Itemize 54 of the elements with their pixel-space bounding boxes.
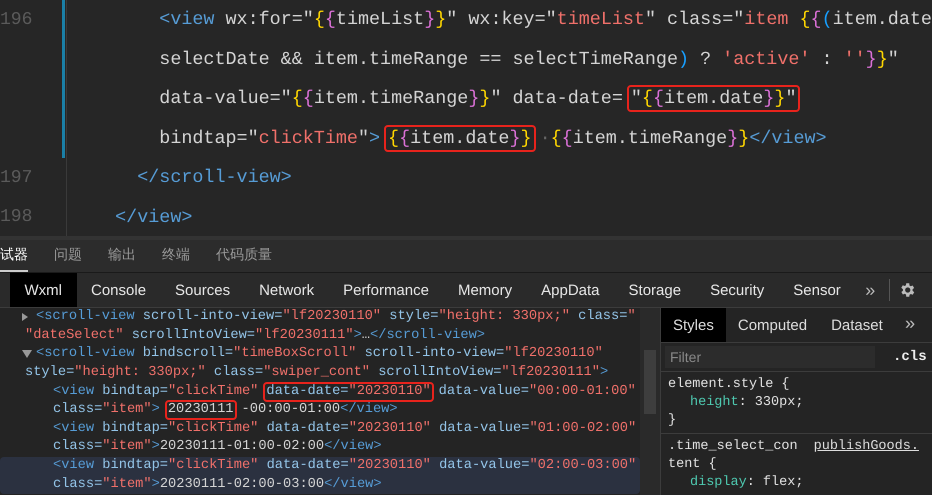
code-text: -00:00-01:00</view> — [240, 401, 399, 420]
code-text: data-value="{{item.timeRange}}" data-date= — [158, 87, 624, 112]
devtools-tab[interactable]: Storage — [614, 273, 696, 307]
scrollbar[interactable] — [640, 308, 660, 495]
styles-tab[interactable]: Computed — [726, 308, 820, 342]
styles-tab[interactable]: Dataset — [819, 308, 895, 342]
panel-tab[interactable]: 终端 — [162, 240, 190, 272]
code-text: <view bindtap="clickTime" data-date="20230110" data-value="01:00-02:00" — [52, 420, 638, 438]
styles-tab[interactable]: Styles — [661, 308, 726, 342]
devtools-tab[interactable]: AppData — [526, 273, 614, 307]
code-text: class="item">20230111-02:00-03:00</view> — [52, 476, 383, 494]
more-tabs-button[interactable]: » — [855, 280, 886, 300]
devtools-tab[interactable]: Console — [76, 273, 161, 307]
code-text: <view wx:for="{{timeList}}" wx:key="timeList" class="item {{(item.date — [158, 8, 932, 32]
panel-tab[interactable]: 代码质量 — [216, 240, 272, 272]
code-text: "dateSelect" scrollIntoView="lf20230111">…</scroll-view> — [24, 326, 486, 345]
devtools-tab[interactable]: Security — [696, 273, 779, 307]
source-link[interactable]: publishGoods. — [814, 438, 919, 456]
devtools-tab[interactable]: Wxml — [10, 273, 76, 307]
css-declaration: height: 330px; — [689, 394, 804, 412]
devtools-tab[interactable]: Performance — [328, 273, 444, 307]
more-tabs-button[interactable]: » — [894, 308, 926, 342]
css-brace: } — [668, 412, 678, 430]
code-text: <view bindtap="clickTime" data-date="20230110" data-value="02:00-03:00" — [52, 457, 638, 476]
code-text: ·{{item.timeRange}}</view> — [538, 126, 828, 151]
cls-button[interactable]: .cls — [893, 349, 927, 365]
css-declaration: display: flex; — [689, 474, 804, 492]
code-text: bindtap="clickTime"> — [158, 126, 382, 151]
css-selector: .time_select_con — [668, 438, 798, 456]
code-text: class="item"> — [52, 401, 161, 420]
filter-field[interactable]: Filter — [665, 346, 875, 368]
highlight-box: {{item.date}} — [384, 124, 536, 152]
css-selector: element.style { — [668, 376, 790, 394]
panel-tab[interactable]: 问题 — [54, 240, 82, 272]
devtools-tab[interactable]: Sensor — [778, 273, 856, 307]
code-text: <scroll-view scroll-into-view="lf20230110" style="height: 330px;" class=" — [35, 308, 637, 326]
highlight-box: 20230111 — [164, 400, 237, 420]
code-text: class="item">20230111-01:00-02:00</view> — [52, 438, 383, 456]
css-selector: tent { — [668, 456, 717, 474]
code-text: </scroll-view> — [136, 166, 293, 190]
code-text: data-value="00:00-01:00" — [438, 382, 637, 401]
code-text: selectDate && item.timeRange == selectTimeRange) ? 'active' : ''}}" — [158, 48, 900, 72]
hovered-node[interactable]: <view bindtap="clickTime" data-date="20230110" data-value="02:00-03:00" class="item">20230111-02:00-03:00</view> — [0, 456, 640, 494]
devtools-tab[interactable]: Sources — [160, 273, 245, 307]
highlight-box: "{{item.date}}" — [626, 85, 800, 112]
code-text: <scroll-view bindscroll="timeBoxScroll" scroll-into-view="lf20230110" — [35, 345, 604, 364]
devtools-tab[interactable]: Network — [244, 273, 329, 307]
code-text: <view bindtap="clickTime" — [52, 382, 260, 401]
highlight-box: data-date="20230110" — [263, 382, 434, 402]
devtools-tab[interactable]: Memory — [443, 273, 527, 307]
panel-tab[interactable]: 输出 — [108, 240, 136, 272]
expanded-arrow-icon[interactable] — [22, 350, 33, 358]
code-text: style="height: 330px;" class="swiper_cont" scrollIntoView="lf20230111"> — [24, 364, 610, 382]
code-text: </view> — [114, 206, 194, 230]
